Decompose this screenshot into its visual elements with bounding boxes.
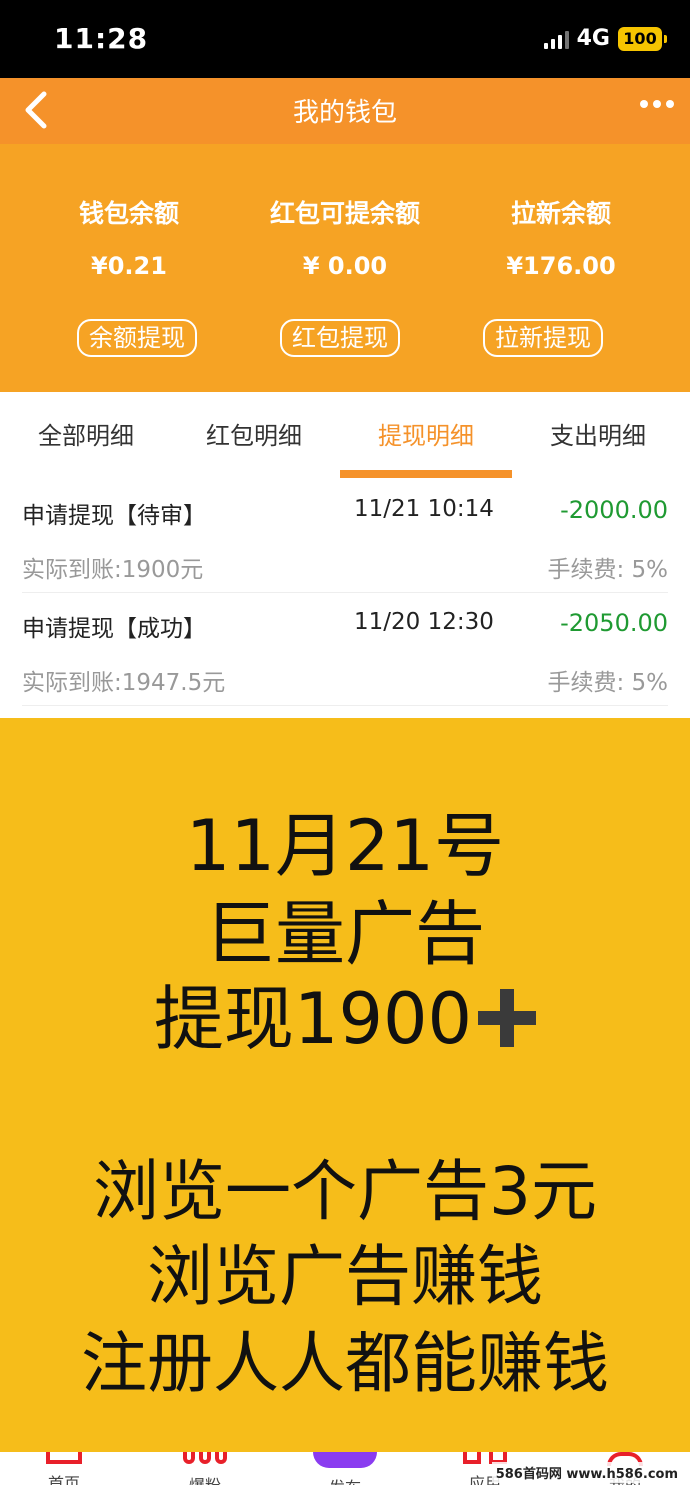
promo-withdraw-text: 提现1900 <box>153 978 473 1060</box>
home-icon <box>46 1452 82 1464</box>
wallet-balance: 钱包余额 ¥0.21 <box>14 194 244 280</box>
referral-balance-amount: ¥176.00 <box>506 252 616 280</box>
battery-icon: 100 <box>618 26 667 51</box>
wallet-balance-label: 钱包余额 <box>78 199 179 228</box>
referral-balance: 拉新余额 ¥176.00 <box>446 194 676 280</box>
bottom-tab-label: 发布 <box>295 1474 395 1485</box>
balance-withdraw-button[interactable]: 余额提现 <box>77 319 197 357</box>
fans-icon <box>183 1452 227 1466</box>
redpacket-balance-label: 红包可提余额 <box>269 199 420 228</box>
bottom-tab-publish[interactable]: 发布 <box>295 1452 395 1485</box>
tab-withdraw-details[interactable]: 提现明细 <box>340 392 512 480</box>
site-watermark: 586首码网 www.h586.com <box>491 1462 682 1483</box>
promo-line-earn: 浏览广告赚钱 <box>147 1238 543 1315</box>
record-time: 11/20 12:30 <box>354 609 494 635</box>
page-title: 我的钱包 <box>292 98 397 128</box>
record-time: 11/21 10:14 <box>354 496 494 522</box>
plus-icon <box>478 989 537 1047</box>
promo-line-withdraw: 提现1900 <box>0 963 690 1064</box>
promo-line-rate: 浏览一个广告3元 <box>93 1153 597 1230</box>
referral-balance-label: 拉新余额 <box>510 199 611 228</box>
tab-expense-details[interactable]: 支出明细 <box>512 392 684 480</box>
bottom-tab-label: 爆粉 <box>155 1472 255 1485</box>
bottom-tab-home[interactable]: 首页 <box>14 1452 114 1485</box>
list-item[interactable]: 申请提现【待审】 11/21 10:14 -2000.00 实际到账:1900元… <box>22 480 668 593</box>
record-fee: 手续费: 5% <box>547 670 668 696</box>
status-time: 11:28 <box>54 22 149 55</box>
promo-line-register: 注册人人都能赚钱 <box>81 1325 609 1402</box>
active-tab-indicator <box>340 470 512 478</box>
record-fee: 手续费: 5% <box>547 557 668 583</box>
bottom-tab-label: 首页 <box>47 1474 80 1485</box>
nav-bar: 我的钱包 <box>0 78 690 144</box>
detail-tabs: 全部明细 红包明细 提现明细 支出明细 <box>0 392 690 480</box>
wallet-balance-amount: ¥0.21 <box>91 252 167 280</box>
redpacket-withdraw-button[interactable]: 红包提现 <box>280 319 400 357</box>
signal-icon <box>543 29 569 49</box>
bottom-tab-fans[interactable]: 爆粉 <box>155 1452 255 1485</box>
wallet-summary: 钱包余额 ¥0.21 红包可提余额 ¥ 0.00 拉新余额 ¥176.00 余额… <box>0 144 690 392</box>
record-title: 申请提现【待审】 <box>22 503 206 529</box>
more-dots-icon[interactable] <box>640 100 674 108</box>
record-actual-received: 实际到账:1947.5元 <box>22 670 226 696</box>
record-title: 申请提现【成功】 <box>22 616 206 642</box>
network-label: 4G <box>576 26 610 51</box>
list-item[interactable]: 申请提现【成功】 11/20 12:30 -2050.00 实际到账:1947.… <box>22 593 668 706</box>
status-bar: 11:28 4G 100 <box>0 0 690 78</box>
promo-banner: 11月21号 巨量广告 提现1900 浏览一个广告3元 浏览广告赚钱 注册人人都… <box>0 718 690 1452</box>
redpacket-balance: 红包可提余额 ¥ 0.00 <box>230 194 460 280</box>
publish-icon <box>313 1452 377 1468</box>
referral-withdraw-button[interactable]: 拉新提现 <box>483 319 603 357</box>
tab-all-details[interactable]: 全部明细 <box>0 392 172 480</box>
record-amount: -2050.00 <box>560 609 668 637</box>
record-actual-received: 实际到账:1900元 <box>22 557 204 583</box>
redpacket-balance-amount: ¥ 0.00 <box>302 252 388 280</box>
tab-redpacket-details[interactable]: 红包明细 <box>168 392 340 480</box>
record-amount: -2000.00 <box>560 496 668 524</box>
promo-line-date: 11月21号 <box>185 805 505 887</box>
status-indicators: 4G 100 <box>543 26 667 51</box>
